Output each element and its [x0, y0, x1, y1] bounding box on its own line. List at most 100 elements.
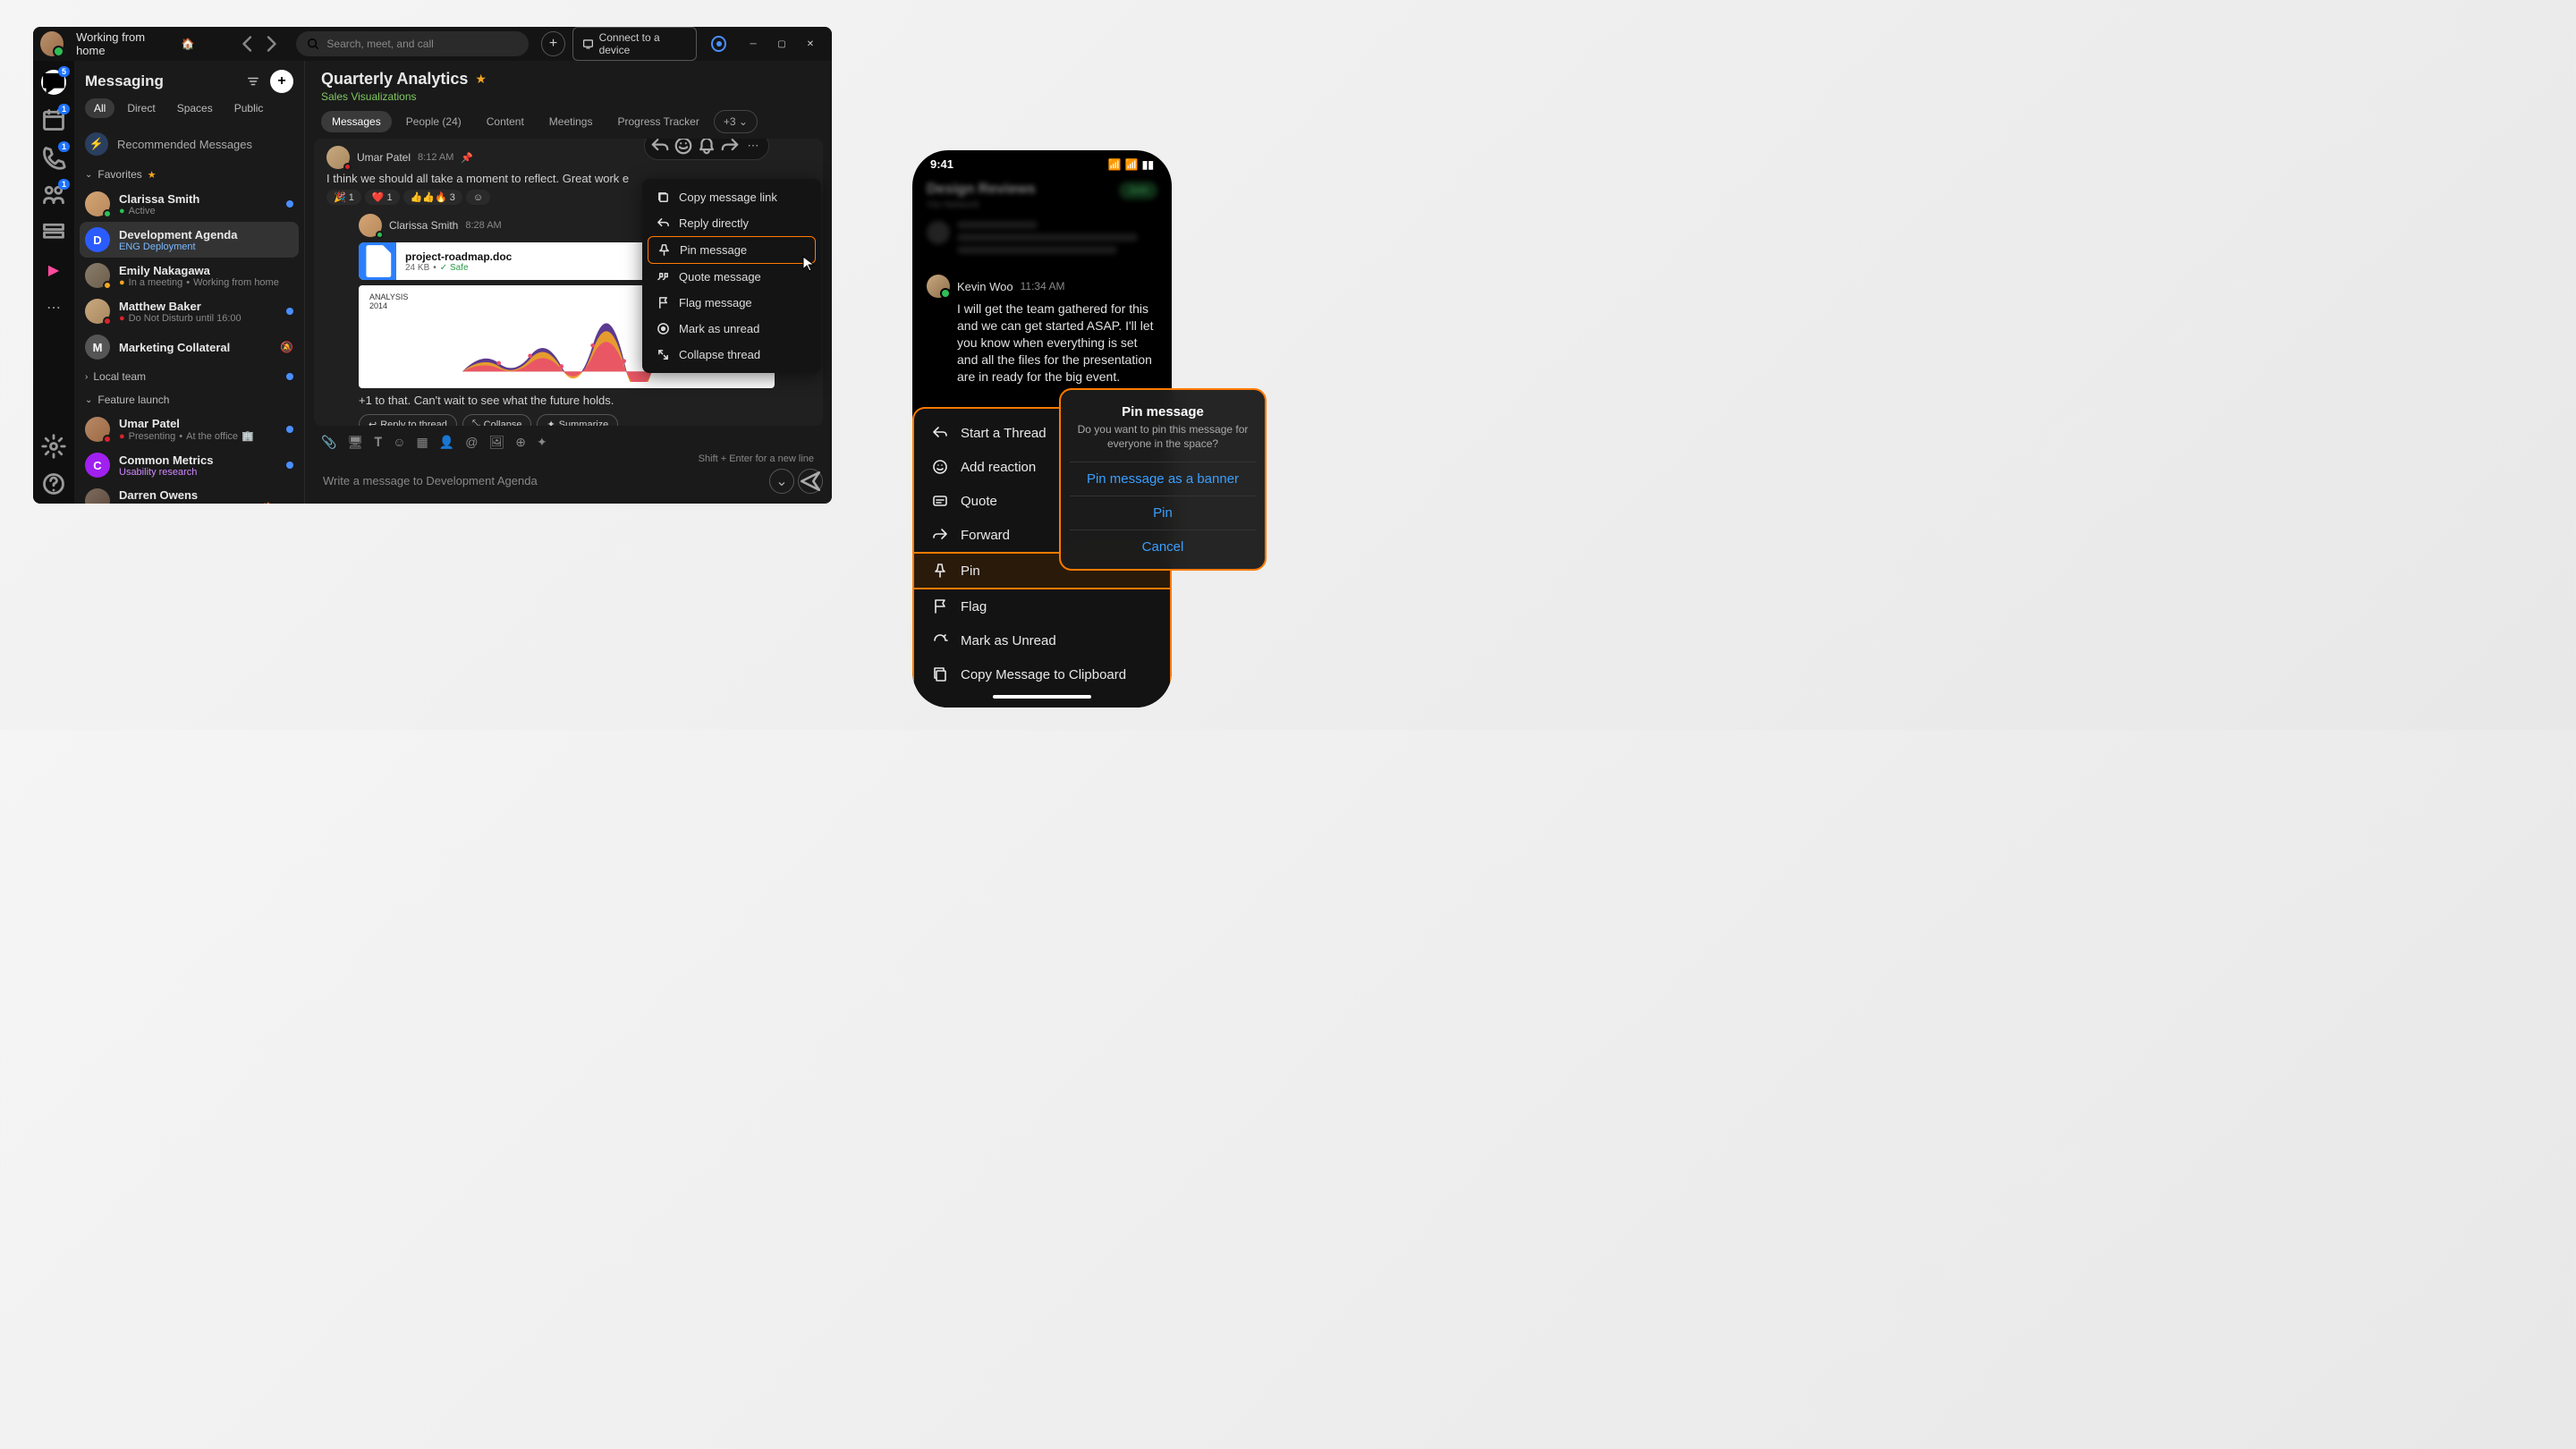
- rail-calendar[interactable]: 1: [41, 107, 66, 132]
- mobile-opt-flag[interactable]: Flag: [914, 589, 1170, 623]
- rail-app[interactable]: ▶: [41, 258, 66, 283]
- mobile-opt-copy[interactable]: Copy Message to Clipboard: [914, 657, 1170, 691]
- nav-forward-button[interactable]: [260, 33, 282, 55]
- tab-people[interactable]: People (24): [395, 111, 472, 132]
- recommended-row[interactable]: ⚡ Recommended Messages: [74, 125, 304, 163]
- filter-direct[interactable]: Direct: [118, 98, 164, 118]
- add-reaction-button[interactable]: ☺: [466, 190, 490, 205]
- update-indicator[interactable]: [711, 36, 726, 52]
- reaction-pill[interactable]: ❤️1: [365, 190, 400, 205]
- new-button[interactable]: +: [541, 31, 564, 56]
- section-favorites[interactable]: ⌄ Favorites ★: [74, 163, 304, 186]
- filter-public[interactable]: Public: [225, 98, 273, 118]
- connect-device-button[interactable]: Connect to a device: [572, 27, 697, 61]
- user-status-text[interactable]: Working from home: [76, 30, 170, 57]
- filter-spaces[interactable]: Spaces: [168, 98, 222, 118]
- expand-send-button[interactable]: ⌄: [769, 469, 794, 494]
- sidebar-title: Messaging: [85, 72, 164, 90]
- contact-umar[interactable]: Umar Patel● Presenting • At the office 🏢: [74, 411, 304, 447]
- reaction-pill[interactable]: 🎉1: [326, 190, 361, 205]
- search-icon: [307, 38, 319, 50]
- tabs-more-button[interactable]: +3 ⌄: [714, 110, 758, 133]
- contact-clarissa[interactable]: Clarissa Smith● Active: [74, 186, 304, 222]
- alert-pin-button[interactable]: Pin: [1070, 496, 1256, 530]
- rail-messaging[interactable]: 5: [41, 70, 66, 95]
- ctx-collapse[interactable]: Collapse thread: [648, 342, 816, 368]
- unread-dot: [286, 200, 293, 208]
- ctx-quote[interactable]: Quote message: [648, 264, 816, 290]
- tab-meetings[interactable]: Meetings: [538, 111, 604, 132]
- close-button[interactable]: ✕: [796, 31, 825, 56]
- mobile-message[interactable]: Kevin Woo 11:34 AM I will get the team g…: [912, 269, 1172, 390]
- reaction-pill[interactable]: 👍👍🔥3: [403, 190, 462, 205]
- search-input[interactable]: Search, meet, and call: [296, 31, 529, 56]
- compose-input[interactable]: Write a message to Development Agenda: [314, 467, 769, 495]
- contact-darren[interactable]: Darren Owens● In a call • Working from h…: [74, 483, 304, 504]
- mention-icon[interactable]: @: [465, 435, 478, 450]
- user-avatar[interactable]: [40, 31, 64, 56]
- ctx-reply[interactable]: Reply directly: [648, 210, 816, 236]
- ai-icon[interactable]: ✦: [537, 435, 547, 450]
- space-title: Quarterly Analytics: [321, 70, 468, 89]
- rail-help[interactable]: [41, 471, 66, 496]
- format-icon[interactable]: 𝐓: [374, 435, 382, 450]
- image-icon[interactable]: 🖼: [488, 435, 504, 450]
- contact-matthew[interactable]: Matthew Baker● Do Not Disturb until 16:0…: [74, 293, 304, 329]
- section-feature[interactable]: ⌄ Feature launch: [74, 388, 304, 411]
- attach-icon[interactable]: 📎: [321, 435, 336, 450]
- mobile-statusbar: 9:41 📶 📶 ▮▮: [912, 150, 1172, 171]
- contact-marketing[interactable]: M Marketing Collateral 🔕: [74, 329, 304, 365]
- react-icon[interactable]: [674, 139, 693, 156]
- contact-dev-agenda[interactable]: D Development AgendaENG Deployment: [80, 222, 299, 258]
- mobile-alert: Pin message Do you want to pin this mess…: [1059, 388, 1267, 571]
- minimize-button[interactable]: ─: [739, 31, 767, 56]
- sidebar: Messaging + All Direct Spaces Public ⚡ R…: [74, 61, 305, 504]
- rail-phone[interactable]: 1: [41, 145, 66, 170]
- mobile-header-blur: Design ReviewsJoin Via Network: [912, 171, 1172, 210]
- gif-icon[interactable]: ▦: [417, 435, 428, 450]
- bitmoji-icon[interactable]: 👤: [439, 435, 454, 450]
- reply-thread-button[interactable]: ↩ Reply to thread: [359, 414, 457, 426]
- favorite-star-icon[interactable]: ★: [475, 72, 487, 87]
- titlebar: Working from home 🏠 Search, meet, and ca…: [33, 27, 832, 61]
- ctx-unread[interactable]: Mark as unread: [648, 316, 816, 342]
- contact-emily[interactable]: Emily Nakagawa● In a meeting • Working f…: [74, 258, 304, 293]
- maximize-button[interactable]: ▢: [767, 31, 796, 56]
- tab-messages[interactable]: Messages: [321, 111, 392, 132]
- ctx-flag[interactable]: Flag message: [648, 290, 816, 316]
- ctx-copy-link[interactable]: Copy message link: [648, 184, 816, 210]
- avatar: [359, 214, 382, 237]
- collapse-button[interactable]: ⤡ Collapse: [462, 414, 532, 426]
- add-button[interactable]: +: [270, 70, 293, 93]
- file-icon: [359, 242, 396, 280]
- mobile-time: 9:41: [930, 157, 953, 171]
- rail-settings[interactable]: [41, 434, 66, 459]
- section-local[interactable]: › Local team: [74, 365, 304, 388]
- ctx-pin[interactable]: Pin message: [648, 236, 816, 264]
- nav-back-button[interactable]: [237, 33, 258, 55]
- contact-common-metrics[interactable]: C Common MetricsUsability research: [74, 447, 304, 483]
- emoji-icon[interactable]: ☺: [393, 435, 405, 450]
- rail-files[interactable]: [41, 220, 66, 245]
- mobile-opt-unread[interactable]: Mark as Unread: [914, 623, 1170, 657]
- filter-all[interactable]: All: [85, 98, 114, 118]
- alert-cancel-button[interactable]: Cancel: [1070, 530, 1256, 564]
- reply-icon[interactable]: [650, 139, 670, 156]
- summarize-button[interactable]: ✦ Summarize: [537, 414, 618, 426]
- screen-icon[interactable]: 🖥: [347, 435, 363, 450]
- search-placeholder: Search, meet, and call: [326, 38, 433, 50]
- more-icon[interactable]: ⋯: [743, 139, 763, 156]
- remind-icon[interactable]: [697, 139, 716, 156]
- bolt-icon: ⚡: [85, 132, 108, 156]
- space-subtitle[interactable]: Sales Visualizations: [321, 90, 816, 103]
- tab-content[interactable]: Content: [476, 111, 535, 132]
- rail-more[interactable]: ⋯: [41, 295, 66, 320]
- tab-progress[interactable]: Progress Tracker: [606, 111, 709, 132]
- filter-button[interactable]: [242, 70, 265, 93]
- alert-banner-button[interactable]: Pin message as a banner: [1070, 462, 1256, 496]
- forward-icon[interactable]: [720, 139, 740, 156]
- home-indicator[interactable]: [993, 695, 1091, 699]
- send-button[interactable]: [798, 469, 823, 494]
- add-app-icon[interactable]: ⊕: [515, 435, 526, 450]
- rail-teams[interactable]: 1: [41, 182, 66, 208]
